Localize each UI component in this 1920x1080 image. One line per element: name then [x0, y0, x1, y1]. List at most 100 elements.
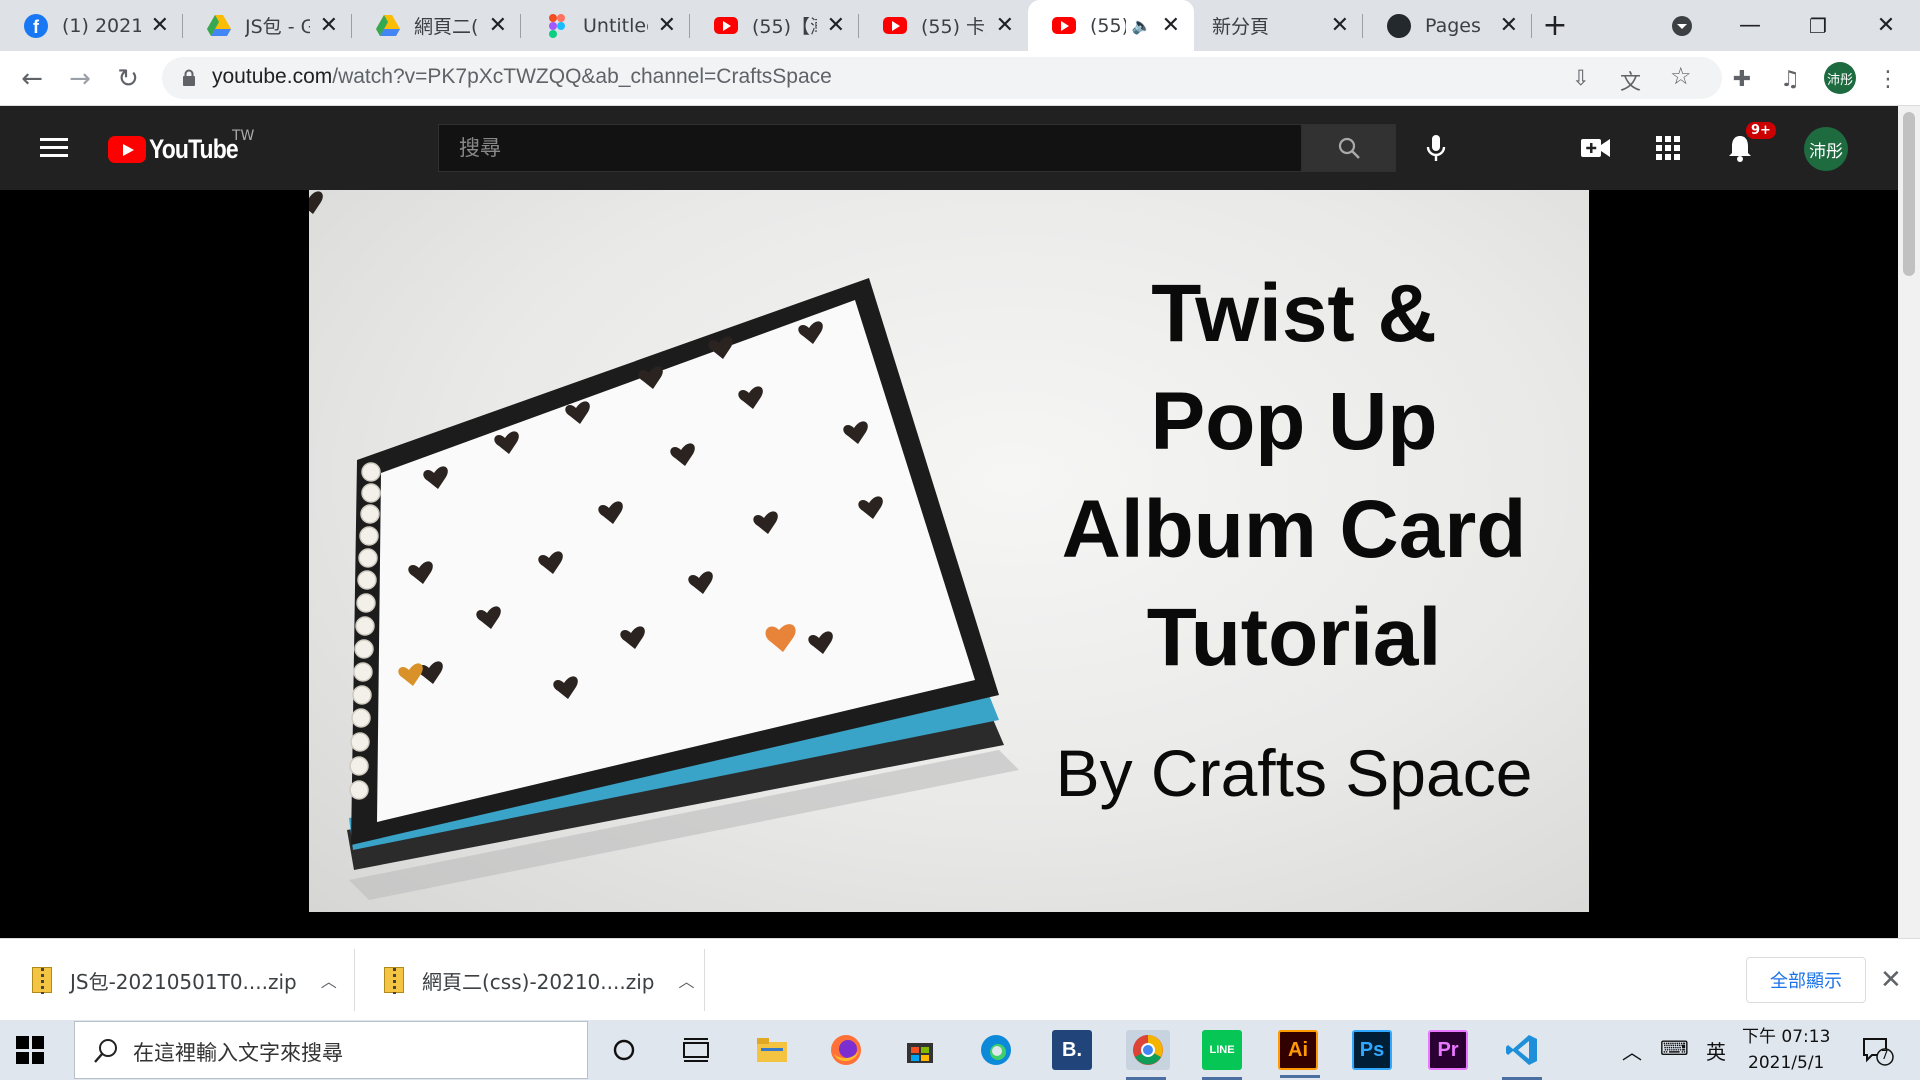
thumbnail-title-line: Tutorial [1146, 592, 1442, 683]
show-all-downloads-button[interactable]: 全部顯示 [1746, 957, 1866, 1003]
thumbnail-title: Twist & Pop Up Album Card Tutorial [1054, 260, 1534, 692]
close-tab-icon[interactable]: ✕ [658, 13, 676, 38]
tab-drive-js[interactable]: JS包 - Go ✕ [183, 0, 352, 51]
chevron-up-icon[interactable]: ︿ [321, 968, 337, 992]
translate-icon[interactable]: 文 [1620, 66, 1641, 96]
chrome-icon[interactable] [1126, 1030, 1170, 1080]
address-bar[interactable]: youtube.com/watch?v=PK7pXcTWZQQ&ab_chann… [162, 57, 1722, 99]
download-item[interactable]: JS包-20210501T0....zip ︿ [32, 939, 337, 1021]
windows-taskbar: 在這裡輸入文字來搜尋 B. LINE Ai Ps Pr ︿ ⌨ 英 下午 07:… [0, 1020, 1920, 1080]
chrome-profile-avatar[interactable]: 沛彤 [1824, 62, 1856, 94]
youtube-play-icon [108, 136, 146, 163]
tab-drive-css[interactable]: 網頁二(c ✕ [352, 0, 521, 51]
taskbar-clock[interactable]: 下午 07:13 2021/5/1 [1742, 1024, 1830, 1076]
tab-figma[interactable]: Untitled ✕ [521, 0, 690, 51]
media-control-icon[interactable]: ♫ [1776, 65, 1804, 93]
restore-button[interactable]: ❐ [1784, 0, 1852, 51]
microsoft-store-icon[interactable] [900, 1030, 940, 1070]
vscode-icon[interactable] [1502, 1030, 1542, 1080]
scrollbar-thumb[interactable] [1903, 112, 1915, 276]
booking-app-icon[interactable]: B. [1052, 1030, 1092, 1070]
browser-toolbar: ← → ↻ youtube.com/watch?v=PK7pXcTWZQQ&ab… [0, 51, 1920, 106]
create-video-button[interactable] [1580, 132, 1612, 164]
close-tab-icon[interactable]: ✕ [996, 13, 1014, 38]
new-tab-button[interactable]: + [1530, 0, 1580, 51]
ime-mode-indicator[interactable]: 英 [1706, 1036, 1726, 1065]
tab-youtube-1[interactable]: (55)【漸 ✕ [690, 0, 859, 51]
account-avatar[interactable]: 沛彤 [1804, 127, 1848, 171]
taskbar-search-box[interactable]: 在這裡輸入文字來搜尋 [74, 1021, 588, 1079]
chevron-down-icon [1672, 15, 1692, 36]
edge-icon[interactable] [976, 1030, 1016, 1070]
video-frame[interactable]: Twist & Pop Up Album Card Tutorial By Cr… [309, 190, 1589, 912]
back-button[interactable]: ← [14, 61, 50, 97]
close-tab-icon[interactable]: ✕ [827, 13, 845, 38]
close-tab-icon[interactable]: ✕ [489, 13, 507, 38]
thumbnail-title-line: Pop Up [1150, 376, 1438, 467]
tab-title: (55)【漸 [752, 16, 817, 38]
cortana-icon[interactable] [604, 1030, 644, 1070]
voice-search-button[interactable] [1420, 132, 1452, 164]
google-drive-icon [376, 14, 400, 38]
thumbnail-title-line: Album Card [1061, 484, 1527, 575]
hamburger-menu-icon[interactable] [40, 138, 68, 158]
close-tab-icon[interactable]: ✕ [1500, 13, 1518, 38]
windows-start-icon[interactable] [16, 1036, 44, 1064]
tab-new-tab[interactable]: 新分頁 ✕ [1194, 0, 1363, 51]
tab-search-button[interactable] [1648, 0, 1716, 51]
illustrator-icon[interactable]: Ai [1278, 1030, 1320, 1078]
tab-youtube-active[interactable]: (55) 🔈 ✕ [1028, 0, 1194, 51]
install-icon[interactable]: ⇩ [1572, 66, 1590, 90]
search-input[interactable] [439, 125, 1301, 171]
search-button[interactable] [1302, 124, 1396, 172]
keyboard-icon[interactable]: ⌨ [1660, 1036, 1689, 1060]
apps-button[interactable] [1652, 132, 1684, 164]
downloads-shelf: JS包-20210501T0....zip ︿ 網頁二(css)-20210..… [0, 938, 1920, 1020]
tab-youtube-2[interactable]: (55) 卡片 ✕ [859, 0, 1028, 51]
photoshop-icon[interactable]: Ps [1352, 1030, 1392, 1070]
tab-title: (1) 2021 [62, 14, 141, 37]
search-box [438, 124, 1302, 172]
taskbar-search-placeholder: 在這裡輸入文字來搜尋 [133, 1041, 343, 1065]
zip-file-icon [384, 967, 404, 994]
page-scrollbar[interactable] [1898, 106, 1920, 941]
tray-overflow-icon[interactable]: ︿ [1622, 1036, 1642, 1065]
bookmark-star-icon[interactable]: ☆ [1670, 62, 1692, 90]
lock-icon[interactable] [182, 69, 196, 87]
tab-github[interactable]: Pages ✕ [1363, 0, 1532, 51]
firefox-icon[interactable] [826, 1030, 866, 1070]
url-path: /watch?v=PK7pXcTWZQQ&ab_channel=CraftsSp… [332, 65, 832, 88]
reload-button[interactable]: ↻ [110, 61, 146, 97]
youtube-logo[interactable]: YouTube TW [108, 128, 254, 165]
close-tab-icon[interactable]: ✕ [151, 13, 169, 38]
video-player[interactable]: Twist & Pop Up Album Card Tutorial By Cr… [0, 190, 1898, 912]
github-icon [1387, 13, 1411, 38]
close-tab-icon[interactable]: ✕ [320, 13, 338, 38]
file-explorer-icon[interactable] [752, 1030, 792, 1070]
forward-button[interactable]: → [62, 61, 98, 97]
microphone-icon [1426, 135, 1446, 161]
close-tab-icon[interactable]: ✕ [1331, 13, 1349, 38]
extensions-icon[interactable]: ✚ [1728, 65, 1756, 93]
url-text[interactable]: youtube.com/watch?v=PK7pXcTWZQQ&ab_chann… [212, 65, 832, 89]
youtube-icon [1052, 14, 1076, 38]
menu-kebab-icon[interactable]: ⋮ [1874, 65, 1902, 93]
line-app-icon[interactable]: LINE [1202, 1030, 1242, 1080]
close-window-button[interactable]: ✕ [1852, 0, 1920, 51]
youtube-icon [714, 14, 738, 38]
task-view-icon[interactable] [676, 1030, 716, 1070]
facebook-icon: f [24, 13, 48, 38]
minimize-button[interactable]: — [1716, 0, 1784, 51]
download-item[interactable]: 網頁二(css)-20210....zip ︿ [384, 939, 694, 1021]
clock-time: 下午 07:13 [1742, 1027, 1831, 1047]
tab-facebook[interactable]: f (1) 2021 ✕ [0, 0, 183, 51]
youtube-header: YouTube TW 9+ 沛彤 [0, 106, 1898, 190]
close-icon[interactable]: ✕ [1880, 965, 1902, 995]
action-center-icon[interactable]: 7 [1862, 1036, 1894, 1071]
chevron-up-icon[interactable]: ︿ [678, 968, 694, 992]
notification-badge: 9+ [1744, 120, 1778, 141]
close-tab-icon[interactable]: ✕ [1162, 13, 1180, 38]
tab-title: (55) 卡片 [921, 16, 986, 38]
premiere-icon[interactable]: Pr [1428, 1030, 1468, 1070]
speaker-icon[interactable]: 🔈 [1132, 16, 1152, 35]
